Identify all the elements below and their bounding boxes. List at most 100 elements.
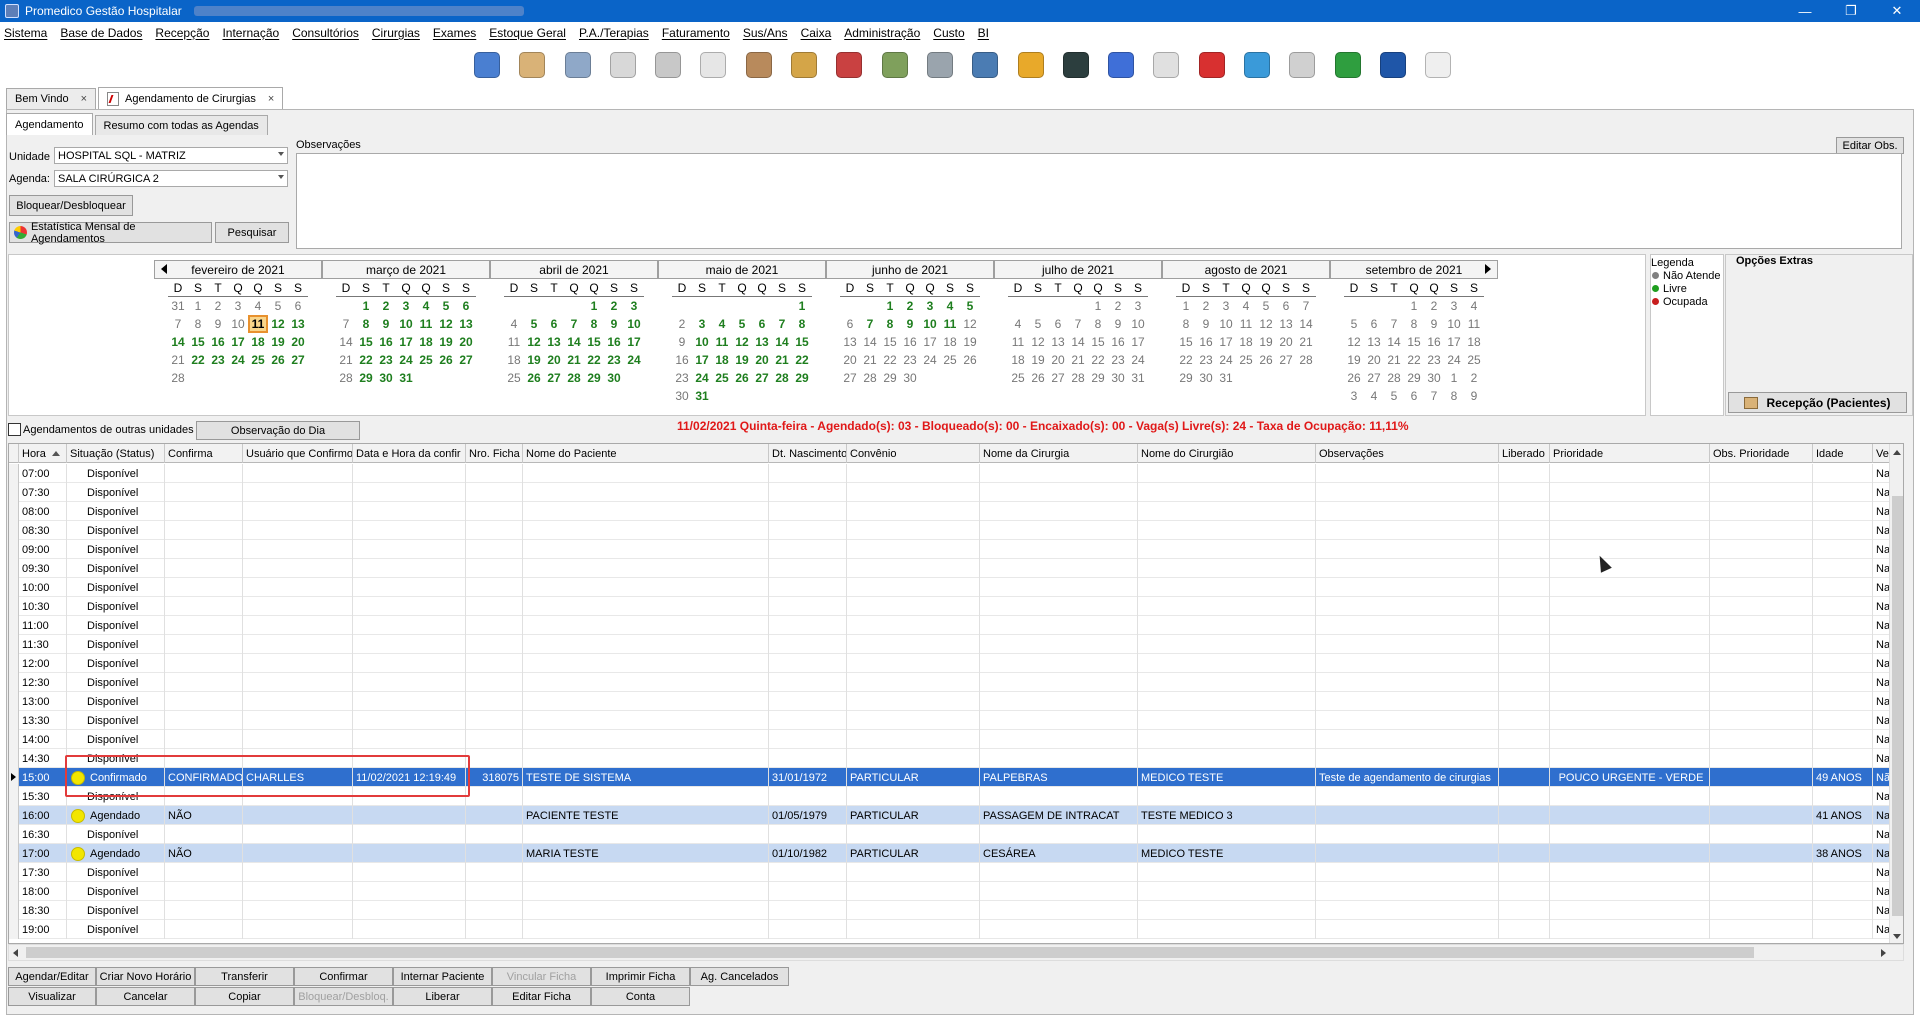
calendar-day[interactable]: 9 <box>208 315 228 333</box>
calendar-day[interactable]: 4 <box>1008 315 1028 333</box>
toolbar-button-browser[interactable] <box>1240 48 1274 82</box>
calendar-day[interactable]: 1 <box>356 297 376 315</box>
calendar-day[interactable]: 14 <box>336 333 356 351</box>
calendar-day[interactable]: 27 <box>288 351 308 369</box>
toolbar-button-power[interactable] <box>1195 48 1229 82</box>
table-row[interactable]: 17:00 Agendado NÃO MARIA TESTE 01/10/1982 PAR… <box>9 844 1890 863</box>
calendar-day[interactable]: 11 <box>940 315 960 333</box>
calendar-day[interactable]: 19 <box>1256 333 1276 351</box>
calendar-day[interactable]: 6 <box>1276 297 1296 315</box>
row-indicator[interactable] <box>9 711 19 730</box>
row-indicator[interactable] <box>9 483 19 502</box>
outras-unidades-checkbox[interactable] <box>8 423 21 436</box>
calendar-day[interactable]: 23 <box>1196 351 1216 369</box>
toolbar-button-bed[interactable] <box>742 48 776 82</box>
calendar-day[interactable]: 7 <box>1424 387 1444 405</box>
calendar-day[interactable]: 10 <box>228 315 248 333</box>
column-header[interactable]: Usuário que Confirmo <box>243 444 353 463</box>
calendar-day[interactable]: 22 <box>1176 351 1196 369</box>
calendar-day[interactable]: 21 <box>1068 351 1088 369</box>
calendar-day[interactable]: 16 <box>208 333 228 351</box>
calendar-day[interactable]: 30 <box>672 387 692 405</box>
table-row[interactable]: 10:30 Disponível Na <box>9 597 1890 616</box>
menu-faturamento[interactable]: Faturamento <box>662 26 730 40</box>
button-liberar[interactable]: Liberar <box>393 987 492 1006</box>
calendar-day[interactable]: 6 <box>840 315 860 333</box>
row-indicator[interactable] <box>9 882 19 901</box>
toolbar-button-notes[interactable] <box>1285 48 1319 82</box>
calendar-day[interactable]: 12 <box>732 333 752 351</box>
calendar-day[interactable]: 13 <box>456 315 476 333</box>
calendar-day[interactable]: 24 <box>396 351 416 369</box>
calendar-day[interactable]: 7 <box>860 315 880 333</box>
bloquear-desbloquear-button[interactable]: Bloquear/Desbloquear <box>9 195 133 216</box>
calendar-day[interactable]: 21 <box>564 351 584 369</box>
column-header[interactable]: Convênio <box>847 444 980 463</box>
calendar-day[interactable]: 30 <box>1196 369 1216 387</box>
calendar-day[interactable]: 8 <box>1444 387 1464 405</box>
calendar-day[interactable]: 8 <box>1088 315 1108 333</box>
column-header[interactable]: Confirma <box>165 444 243 463</box>
month-header[interactable]: março de 2021 <box>322 260 490 279</box>
calendar-day[interactable]: 1 <box>584 297 604 315</box>
calendar-day[interactable]: 28 <box>564 369 584 387</box>
calendar-day[interactable]: 15 <box>356 333 376 351</box>
calendar-day[interactable]: 8 <box>356 315 376 333</box>
month-header[interactable]: maio de 2021 <box>658 260 826 279</box>
calendar-day[interactable]: 3 <box>692 315 712 333</box>
calendar-day[interactable]: 12 <box>436 315 456 333</box>
calendar-day[interactable]: 12 <box>1028 333 1048 351</box>
calendar-day[interactable]: 7 <box>772 315 792 333</box>
toolbar-button-edit-doc[interactable] <box>1421 48 1455 82</box>
unidade-select[interactable]: HOSPITAL SQL - MATRIZ <box>54 147 288 164</box>
column-header[interactable]: Situação (Status) <box>67 444 165 463</box>
table-row[interactable]: 12:30 Disponível Na <box>9 673 1890 692</box>
calendar-day[interactable]: 22 <box>584 351 604 369</box>
toolbar-button-agenda[interactable] <box>1376 48 1410 82</box>
table-row[interactable]: 13:30 Disponível Na <box>9 711 1890 730</box>
calendar-day[interactable]: 18 <box>504 351 524 369</box>
calendar-day[interactable]: 1 <box>880 297 900 315</box>
calendar-day[interactable]: 6 <box>288 297 308 315</box>
editar-obs-button[interactable]: Editar Obs. <box>1836 137 1904 154</box>
calendar-day[interactable]: 24 <box>1216 351 1236 369</box>
calendar-day[interactable]: 15 <box>1176 333 1196 351</box>
column-header[interactable]: Obs. Prioridade <box>1710 444 1813 463</box>
calendar-day[interactable]: 1 <box>1176 297 1196 315</box>
calendar-day[interactable]: 25 <box>940 351 960 369</box>
calendar-day[interactable]: 4 <box>1364 387 1384 405</box>
calendar-day[interactable]: 29 <box>792 369 812 387</box>
row-indicator[interactable] <box>9 578 19 597</box>
calendar-day[interactable]: 27 <box>752 369 772 387</box>
calendar-day[interactable]: 2 <box>1196 297 1216 315</box>
calendar-day[interactable]: 26 <box>436 351 456 369</box>
table-row[interactable]: 16:00 Agendado NÃO PACIENTE TESTE 01/05/1979… <box>9 806 1890 825</box>
calendar-day[interactable]: 28 <box>168 369 188 387</box>
table-row[interactable]: 13:00 Disponível Na <box>9 692 1890 711</box>
calendar-day[interactable]: 12 <box>1344 333 1364 351</box>
table-row[interactable]: 07:30 Disponível Na <box>9 483 1890 502</box>
horizontal-scrollbar[interactable] <box>8 944 1904 961</box>
column-header[interactable]: Nome da Cirurgia <box>980 444 1138 463</box>
calendar-day[interactable]: 14 <box>564 333 584 351</box>
calendar-day[interactable]: 9 <box>1424 315 1444 333</box>
calendar-day[interactable]: 31 <box>692 387 712 405</box>
maximize-button[interactable]: ❐ <box>1828 0 1874 22</box>
calendar-day[interactable]: 3 <box>396 297 416 315</box>
calendar-day[interactable]: 8 <box>880 315 900 333</box>
button-confirmar[interactable]: Confirmar <box>294 967 393 986</box>
calendar-day[interactable]: 10 <box>624 315 644 333</box>
calendar-day[interactable]: 4 <box>416 297 436 315</box>
calendar-day[interactable]: 24 <box>1128 351 1148 369</box>
calendar-day[interactable]: 6 <box>456 297 476 315</box>
calendar-day[interactable]: 17 <box>1444 333 1464 351</box>
button-imprimir-ficha[interactable]: Imprimir Ficha <box>591 967 690 986</box>
calendar-day[interactable]: 20 <box>752 351 772 369</box>
calendar-day[interactable]: 2 <box>208 297 228 315</box>
calendar-day[interactable]: 7 <box>168 315 188 333</box>
table-row[interactable]: 11:30 Disponível Na <box>9 635 1890 654</box>
table-row[interactable]: 08:30 Disponível Na <box>9 521 1890 540</box>
calendar-day[interactable]: 15 <box>880 333 900 351</box>
toolbar-button-document[interactable] <box>606 48 640 82</box>
calendar-day[interactable]: 20 <box>456 333 476 351</box>
